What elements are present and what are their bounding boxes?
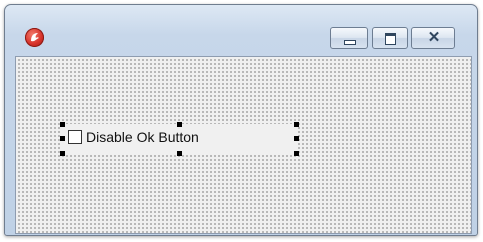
app-logo-glyph bbox=[31, 33, 39, 42]
close-icon: ✕ bbox=[427, 29, 441, 46]
checkbox-label: Disable Ok Button bbox=[86, 129, 199, 145]
maximize-icon bbox=[385, 33, 396, 45]
disable-ok-checkbox[interactable]: Disable Ok Button bbox=[62, 124, 296, 154]
selection-handle-top-left[interactable] bbox=[60, 122, 65, 127]
selection-handle-top-middle[interactable] bbox=[177, 122, 182, 127]
checkbox-square[interactable] bbox=[68, 130, 82, 144]
maximize-button[interactable] bbox=[372, 27, 408, 49]
selection-handle-top-right[interactable] bbox=[294, 122, 299, 127]
designer-window: ✕ bbox=[4, 4, 478, 236]
selection-handle-bottom-right[interactable] bbox=[294, 151, 299, 156]
close-button[interactable]: ✕ bbox=[411, 27, 455, 49]
minimize-button[interactable] bbox=[330, 27, 368, 49]
selection-handle-middle-right[interactable] bbox=[294, 136, 299, 141]
selection-handle-middle-left[interactable] bbox=[60, 136, 65, 141]
app-logo-icon[interactable] bbox=[25, 28, 44, 47]
selection-handle-bottom-middle[interactable] bbox=[177, 151, 182, 156]
minimize-icon bbox=[344, 40, 356, 45]
selection-handle-bottom-left[interactable] bbox=[60, 151, 65, 156]
